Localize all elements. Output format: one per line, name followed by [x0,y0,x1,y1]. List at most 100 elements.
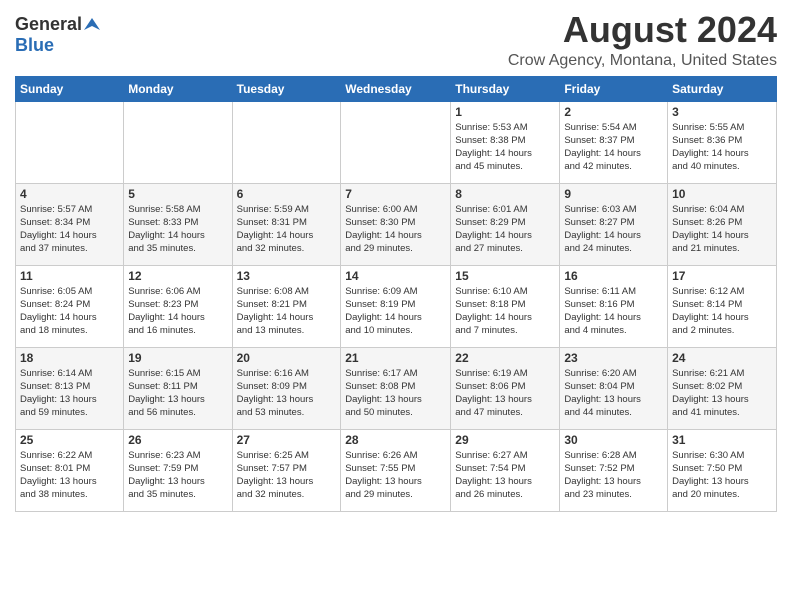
day-info: Sunrise: 6:08 AM Sunset: 8:21 PM Dayligh… [237,285,337,338]
day-number: 18 [20,351,119,365]
table-row: 18 Sunrise: 6:14 AM Sunset: 8:13 PM Dayli… [16,347,124,429]
table-row: 7 Sunrise: 6:00 AM Sunset: 8:30 PM Daylig… [341,183,451,265]
logo-blue-text: Blue [15,35,54,55]
table-row: 23 Sunrise: 6:20 AM Sunset: 8:04 PM Dayli… [560,347,668,429]
day-number: 7 [345,187,446,201]
day-number: 20 [237,351,337,365]
table-row: 16 Sunrise: 6:11 AM Sunset: 8:16 PM Dayli… [560,265,668,347]
logo: General Blue [15,14,100,56]
day-number: 29 [455,433,555,447]
calendar-table: Sunday Monday Tuesday Wednesday Thursday… [15,76,777,512]
month-year: August 2024 [508,10,777,50]
day-info: Sunrise: 6:23 AM Sunset: 7:59 PM Dayligh… [128,449,227,502]
calendar-week-row: 1 Sunrise: 5:53 AM Sunset: 8:38 PM Daylig… [16,101,777,183]
day-number: 16 [564,269,663,283]
day-info: Sunrise: 6:01 AM Sunset: 8:29 PM Dayligh… [455,203,555,256]
table-row: 20 Sunrise: 6:16 AM Sunset: 8:09 PM Dayli… [232,347,341,429]
day-info: Sunrise: 6:17 AM Sunset: 8:08 PM Dayligh… [345,367,446,420]
day-number: 4 [20,187,119,201]
day-info: Sunrise: 6:27 AM Sunset: 7:54 PM Dayligh… [455,449,555,502]
table-row: 22 Sunrise: 6:19 AM Sunset: 8:06 PM Dayli… [451,347,560,429]
day-number: 8 [455,187,555,201]
table-row: 24 Sunrise: 6:21 AM Sunset: 8:02 PM Dayli… [668,347,777,429]
table-row: 21 Sunrise: 6:17 AM Sunset: 8:08 PM Dayli… [341,347,451,429]
day-number: 26 [128,433,227,447]
calendar-header-row: Sunday Monday Tuesday Wednesday Thursday… [16,76,777,101]
table-row: 26 Sunrise: 6:23 AM Sunset: 7:59 PM Dayli… [124,429,232,511]
day-number: 23 [564,351,663,365]
logo-icon [84,16,100,32]
day-info: Sunrise: 6:04 AM Sunset: 8:26 PM Dayligh… [672,203,772,256]
day-info: Sunrise: 6:16 AM Sunset: 8:09 PM Dayligh… [237,367,337,420]
day-info: Sunrise: 6:21 AM Sunset: 8:02 PM Dayligh… [672,367,772,420]
day-number: 19 [128,351,227,365]
table-row: 25 Sunrise: 6:22 AM Sunset: 8:01 PM Dayli… [16,429,124,511]
day-number: 9 [564,187,663,201]
day-info: Sunrise: 6:22 AM Sunset: 8:01 PM Dayligh… [20,449,119,502]
col-thursday: Thursday [451,76,560,101]
title-area: August 2024 Crow Agency, Montana, United… [508,10,777,70]
table-row [16,101,124,183]
table-row: 30Sunrise: 6:28 AM Sunset: 7:52 PM Dayli… [560,429,668,511]
day-info: Sunrise: 6:11 AM Sunset: 8:16 PM Dayligh… [564,285,663,338]
day-number: 25 [20,433,119,447]
day-info: Sunrise: 6:25 AM Sunset: 7:57 PM Dayligh… [237,449,337,502]
col-saturday: Saturday [668,76,777,101]
day-number: 3 [672,105,772,119]
table-row: 27Sunrise: 6:25 AM Sunset: 7:57 PM Dayli… [232,429,341,511]
day-info: Sunrise: 6:00 AM Sunset: 8:30 PM Dayligh… [345,203,446,256]
day-number: 6 [237,187,337,201]
table-row: 29 Sunrise: 6:27 AM Sunset: 7:54 PM Dayli… [451,429,560,511]
day-number: 1 [455,105,555,119]
day-info: Sunrise: 6:09 AM Sunset: 8:19 PM Dayligh… [345,285,446,338]
day-info: Sunrise: 6:19 AM Sunset: 8:06 PM Dayligh… [455,367,555,420]
day-number: 5 [128,187,227,201]
table-row [232,101,341,183]
col-friday: Friday [560,76,668,101]
day-info: Sunrise: 5:58 AM Sunset: 8:33 PM Dayligh… [128,203,227,256]
calendar-week-row: 18 Sunrise: 6:14 AM Sunset: 8:13 PM Dayli… [16,347,777,429]
table-row: 11 Sunrise: 6:05 AM Sunset: 8:24 PM Dayli… [16,265,124,347]
table-row: 2 Sunrise: 5:54 AM Sunset: 8:37 PM Daylig… [560,101,668,183]
calendar-week-row: 25 Sunrise: 6:22 AM Sunset: 8:01 PM Dayli… [16,429,777,511]
day-number: 21 [345,351,446,365]
day-number: 28 [345,433,446,447]
day-number: 2 [564,105,663,119]
table-row: 28 Sunrise: 6:26 AM Sunset: 7:55 PM Dayli… [341,429,451,511]
location: Crow Agency, Montana, United States [508,52,777,70]
table-row: 1 Sunrise: 5:53 AM Sunset: 8:38 PM Daylig… [451,101,560,183]
col-sunday: Sunday [16,76,124,101]
table-row: 14 Sunrise: 6:09 AM Sunset: 8:19 PM Dayli… [341,265,451,347]
day-number: 15 [455,269,555,283]
day-number: 12 [128,269,227,283]
day-info: Sunrise: 6:30 AM Sunset: 7:50 PM Dayligh… [672,449,772,502]
day-number: 30 [564,433,663,447]
table-row: 6 Sunrise: 5:59 AM Sunset: 8:31 PM Daylig… [232,183,341,265]
day-info: Sunrise: 5:53 AM Sunset: 8:38 PM Dayligh… [455,121,555,174]
header: General Blue August 2024 Crow Agency, Mo… [15,10,777,70]
day-info: Sunrise: 6:10 AM Sunset: 8:18 PM Dayligh… [455,285,555,338]
day-info: Sunrise: 6:20 AM Sunset: 8:04 PM Dayligh… [564,367,663,420]
logo-general-text: General [15,14,82,35]
table-row: 4 Sunrise: 5:57 AM Sunset: 8:34 PM Daylig… [16,183,124,265]
table-row: 15 Sunrise: 6:10 AM Sunset: 8:18 PM Dayli… [451,265,560,347]
day-info: Sunrise: 6:05 AM Sunset: 8:24 PM Dayligh… [20,285,119,338]
day-number: 31 [672,433,772,447]
table-row: 8 Sunrise: 6:01 AM Sunset: 8:29 PM Daylig… [451,183,560,265]
day-info: Sunrise: 6:14 AM Sunset: 8:13 PM Dayligh… [20,367,119,420]
day-info: Sunrise: 6:06 AM Sunset: 8:23 PM Dayligh… [128,285,227,338]
day-info: Sunrise: 5:57 AM Sunset: 8:34 PM Dayligh… [20,203,119,256]
day-number: 24 [672,351,772,365]
day-number: 17 [672,269,772,283]
day-number: 11 [20,269,119,283]
day-info: Sunrise: 5:54 AM Sunset: 8:37 PM Dayligh… [564,121,663,174]
day-info: Sunrise: 6:26 AM Sunset: 7:55 PM Dayligh… [345,449,446,502]
day-info: Sunrise: 5:59 AM Sunset: 8:31 PM Dayligh… [237,203,337,256]
day-number: 22 [455,351,555,365]
table-row: 17Sunrise: 6:12 AM Sunset: 8:14 PM Dayli… [668,265,777,347]
table-row: 9Sunrise: 6:03 AM Sunset: 8:27 PM Daylig… [560,183,668,265]
day-number: 14 [345,269,446,283]
table-row: 31 Sunrise: 6:30 AM Sunset: 7:50 PM Dayli… [668,429,777,511]
table-row [124,101,232,183]
calendar-week-row: 11 Sunrise: 6:05 AM Sunset: 8:24 PM Dayli… [16,265,777,347]
